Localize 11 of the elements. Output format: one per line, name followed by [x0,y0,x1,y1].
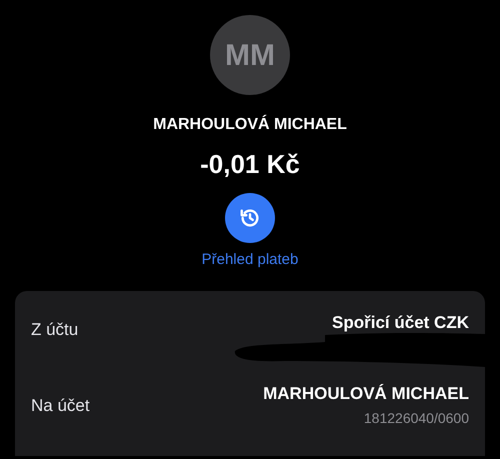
recipient-name: MARHOULOVÁ MICHAEL [153,115,347,135]
avatar-initials: MM [225,38,275,74]
detail-label: Na účet [31,395,90,418]
detail-value: MARHOULOVÁ MICHAEL [263,384,469,404]
history-link[interactable]: Přehled plateb [202,251,298,269]
detail-label: Z účtu [31,318,78,341]
history-button[interactable] [225,193,275,243]
amount: -0,01 Kč [200,149,300,179]
detail-value: Spořicí účet CZK [332,313,469,333]
history-icon [239,207,261,229]
account-number: 181226040/0600 [364,408,469,428]
